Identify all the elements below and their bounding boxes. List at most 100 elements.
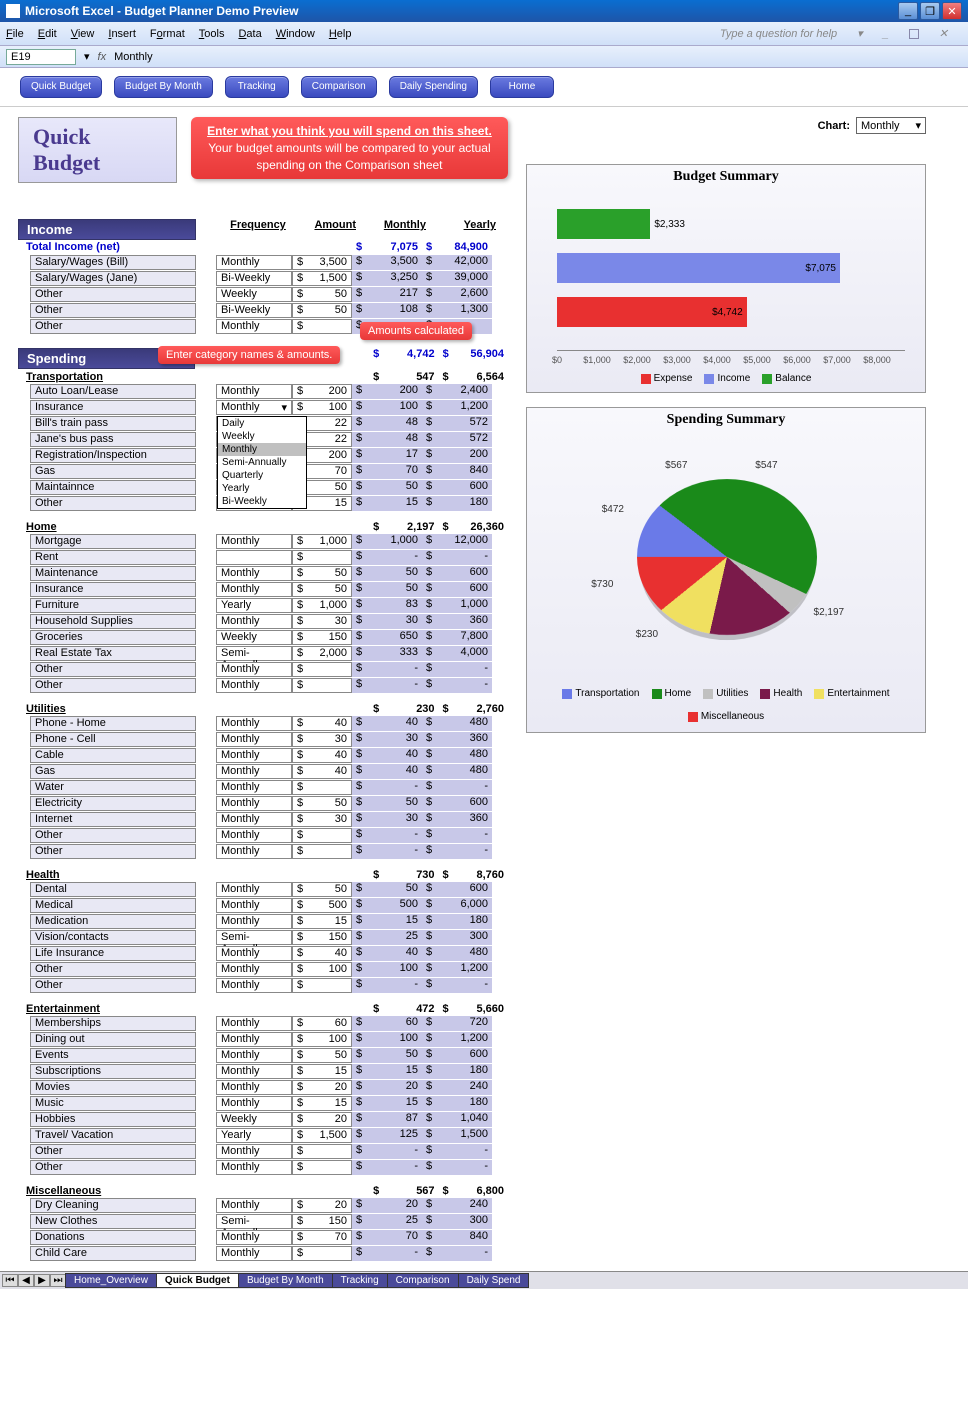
row-amount[interactable]: $ [292,319,352,334]
row-name[interactable]: Hobbies [30,1112,196,1127]
tab-comparison[interactable]: Comparison [387,1273,459,1288]
row-amount[interactable]: $40 [292,946,352,961]
row-amount[interactable]: $ [292,844,352,859]
row-frequency[interactable]: Monthly [216,962,292,977]
help-dropdown-icon[interactable]: ▾ [857,27,863,40]
row-frequency[interactable]: Monthly [216,1016,292,1031]
row-frequency[interactable]: Monthly [216,812,292,827]
row-name[interactable]: Mortgage [30,534,196,549]
row-name[interactable]: Household Supplies [30,614,196,629]
row-amount[interactable]: $150 [292,930,352,945]
menu-edit[interactable]: Edit [38,28,57,40]
row-name[interactable]: Other [30,828,196,843]
menu-help[interactable]: Help [329,28,352,40]
row-frequency[interactable]: Monthly [216,828,292,843]
row-name[interactable]: Gas [30,464,196,479]
row-frequency[interactable]: Yearly [216,598,292,613]
tab-budget-by-month[interactable]: Budget By Month [238,1273,333,1288]
tab-quick-budget[interactable]: Quick Budget [156,1273,239,1288]
row-name[interactable]: Music [30,1096,196,1111]
row-amount[interactable]: $100 [292,962,352,977]
row-name[interactable]: Memberships [30,1016,196,1031]
row-amount[interactable]: $15 [292,914,352,929]
row-frequency[interactable]: Monthly [216,898,292,913]
row-frequency[interactable]: Monthly [216,678,292,693]
fx-icon[interactable]: fx [98,51,107,63]
row-amount[interactable]: $150 [292,630,352,645]
row-amount[interactable]: $ [292,662,352,677]
row-name[interactable]: Cable [30,748,196,763]
row-frequency[interactable]: Monthly [216,796,292,811]
tab-daily-spend[interactable]: Daily Spend [458,1273,530,1288]
row-name[interactable]: Other [30,319,196,334]
row-frequency[interactable]: Monthly [216,946,292,961]
row-amount[interactable]: $1,000 [292,598,352,613]
nav-comparison[interactable]: Comparison [301,76,377,98]
row-frequency[interactable]: Bi-Weekly [216,303,292,318]
row-amount[interactable]: $ [292,678,352,693]
row-name[interactable]: Other [30,844,196,859]
row-name[interactable]: Water [30,780,196,795]
row-frequency[interactable]: Monthly [216,748,292,763]
row-amount[interactable]: $3,500 [292,255,352,270]
row-frequency[interactable]: Monthly [216,1064,292,1079]
row-name[interactable]: Other [30,1144,196,1159]
maximize-button[interactable]: ❐ [920,2,940,20]
row-frequency[interactable]: Monthly [216,1246,292,1261]
close-button[interactable]: ✕ [942,2,962,20]
row-amount[interactable]: $20 [292,1080,352,1095]
nav-home[interactable]: Home [490,76,554,98]
row-frequency[interactable]: Monthly [216,716,292,731]
row-name[interactable]: Bill's train pass [30,416,196,431]
row-amount[interactable]: $70 [292,1230,352,1245]
row-amount[interactable]: $50 [292,582,352,597]
row-amount[interactable]: $50 [292,882,352,897]
row-amount[interactable]: $ [292,1160,352,1175]
row-name[interactable]: Donations [30,1230,196,1245]
row-amount[interactable]: $1,000 [292,534,352,549]
row-amount[interactable]: $50 [292,796,352,811]
row-frequency[interactable]: Monthly [216,978,292,993]
row-name[interactable]: Groceries [30,630,196,645]
row-amount[interactable]: $100 [292,400,352,415]
tab-last-icon[interactable]: ⏭ [50,1274,66,1287]
row-name[interactable]: New Clothes [30,1214,196,1229]
row-name[interactable]: Dry Cleaning [30,1198,196,1213]
row-frequency[interactable]: Monthly [216,614,292,629]
row-frequency[interactable]: Monthly [216,882,292,897]
row-name[interactable]: Events [30,1048,196,1063]
row-amount[interactable]: $1,500 [292,271,352,286]
row-amount[interactable]: $20 [292,1198,352,1213]
row-amount[interactable]: $100 [292,1032,352,1047]
row-frequency[interactable]: Monthly [216,780,292,795]
menu-data[interactable]: Data [238,28,261,40]
row-frequency[interactable]: Monthly [216,566,292,581]
row-amount[interactable]: $ [292,1144,352,1159]
row-amount[interactable]: $30 [292,732,352,747]
row-frequency[interactable]: Monthly [216,662,292,677]
dropdown-option[interactable]: Quarterly [218,469,306,482]
tab-next-icon[interactable]: ▶ [34,1274,50,1287]
row-frequency[interactable]: Monthly [216,534,292,549]
tab-first-icon[interactable]: ⏮ [2,1274,18,1287]
row-frequency[interactable]: Monthly [216,1048,292,1063]
row-amount[interactable]: $60 [292,1016,352,1031]
tab-tracking[interactable]: Tracking [332,1273,388,1288]
row-frequency[interactable]: Monthly [216,1230,292,1245]
name-box-dropdown-icon[interactable]: ▾ [84,50,90,63]
row-amount[interactable]: $20 [292,1112,352,1127]
row-amount[interactable]: $50 [292,1048,352,1063]
row-name[interactable]: Maintenance [30,566,196,581]
row-name[interactable]: Insurance [30,400,196,415]
row-amount[interactable]: $15 [292,1064,352,1079]
tab-home-overview[interactable]: Home_Overview [65,1273,157,1288]
row-amount[interactable]: $ [292,828,352,843]
row-name[interactable]: Travel/ Vacation [30,1128,196,1143]
row-amount[interactable]: $30 [292,812,352,827]
row-amount[interactable]: $500 [292,898,352,913]
row-name[interactable]: Registration/Inspection [30,448,196,463]
row-name[interactable]: Other [30,978,196,993]
row-name[interactable]: Phone - Home [30,716,196,731]
row-name[interactable]: Subscriptions [30,1064,196,1079]
row-amount[interactable]: $200 [292,384,352,399]
